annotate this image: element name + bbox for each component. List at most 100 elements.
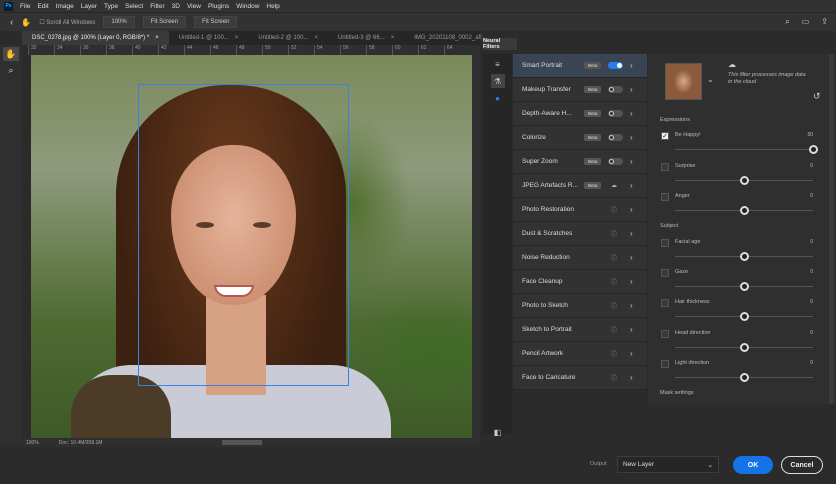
close-icon[interactable]: × xyxy=(314,35,318,41)
dot-icon[interactable]: ● xyxy=(491,91,505,105)
filter-item[interactable]: ColorizeBeta› xyxy=(513,126,647,150)
chevron-right-icon[interactable]: › xyxy=(630,157,633,166)
filter-item[interactable]: Photo Restorationⓘ› xyxy=(513,198,647,222)
checkbox[interactable]: ✓ xyxy=(661,132,669,140)
menu-window[interactable]: Window xyxy=(236,3,259,10)
chevron-right-icon[interactable]: › xyxy=(630,85,633,94)
ok-button[interactable]: OK xyxy=(733,456,773,474)
menu-help[interactable]: Help xyxy=(266,3,279,10)
checkbox[interactable] xyxy=(661,360,669,368)
filter-toggle[interactable] xyxy=(608,86,623,93)
zoom-tool-icon[interactable]: ⌕ xyxy=(3,63,19,77)
flask-icon[interactable]: ⚗ xyxy=(491,74,505,88)
filter-item[interactable]: Face to Caricatureⓘ› xyxy=(513,366,647,390)
menu-layer[interactable]: Layer xyxy=(81,3,97,10)
fit-screen-button[interactable]: Fit Screen xyxy=(143,16,186,28)
filter-item[interactable]: Makeup TransferBeta› xyxy=(513,78,647,102)
info-icon[interactable]: ⓘ xyxy=(611,349,617,358)
close-icon[interactable]: × xyxy=(155,35,159,41)
filter-toggle[interactable] xyxy=(608,158,623,165)
info-icon[interactable]: ⓘ xyxy=(611,325,617,334)
cancel-button[interactable]: Cancel xyxy=(781,456,823,474)
chevron-right-icon[interactable]: › xyxy=(630,229,633,238)
close-icon[interactable]: × xyxy=(391,35,395,41)
chevron-right-icon[interactable]: › xyxy=(630,373,633,382)
chevron-right-icon[interactable]: › xyxy=(630,61,633,70)
settings-scrollbar[interactable] xyxy=(829,54,834,404)
menu-3d[interactable]: 3D xyxy=(172,3,180,10)
zoom-100-button[interactable]: 100% xyxy=(103,16,134,28)
menu-image[interactable]: Image xyxy=(56,3,74,10)
fill-screen-button[interactable]: Fit Screen xyxy=(194,16,237,28)
info-icon[interactable]: ⓘ xyxy=(611,373,617,382)
menu-edit[interactable]: Edit xyxy=(37,3,48,10)
neural-filters-tab[interactable]: Neural Filters xyxy=(483,38,517,50)
info-icon[interactable]: ⓘ xyxy=(611,277,617,286)
preview-toggle-icon[interactable]: ◧ xyxy=(491,425,505,439)
slider-thumb[interactable] xyxy=(740,343,749,352)
hand-tool-icon[interactable]: ✋ xyxy=(3,47,19,61)
menu-view[interactable]: View xyxy=(187,3,201,10)
horizontal-scrollbar[interactable] xyxy=(222,440,262,445)
close-icon[interactable]: × xyxy=(235,35,239,41)
chevron-right-icon[interactable]: › xyxy=(630,325,633,334)
workspace-icon[interactable]: ▭ xyxy=(802,17,810,27)
slider-thumb[interactable] xyxy=(740,282,749,291)
slider-thumb[interactable] xyxy=(740,206,749,215)
info-icon[interactable]: ⓘ xyxy=(611,253,617,262)
info-icon[interactable]: ⓘ xyxy=(611,205,617,214)
info-icon[interactable]: ⓘ xyxy=(611,229,617,238)
chevron-right-icon[interactable]: › xyxy=(630,133,633,142)
output-select[interactable]: New Layer⌄ xyxy=(617,456,719,473)
slider-thumb[interactable] xyxy=(740,312,749,321)
filter-item[interactable]: Smart PortraitBeta› xyxy=(513,54,647,78)
slider-thumb[interactable] xyxy=(740,373,749,382)
menu-plugins[interactable]: Plugins xyxy=(208,3,229,10)
checkbox[interactable] xyxy=(661,239,669,247)
checkbox[interactable] xyxy=(661,269,669,277)
filters-list-icon[interactable]: ≡ xyxy=(491,57,505,71)
chevron-right-icon[interactable]: › xyxy=(630,301,633,310)
document-tab[interactable]: Untitled-3 @ 66...× xyxy=(328,31,404,45)
checkbox[interactable] xyxy=(661,193,669,201)
filter-toggle[interactable] xyxy=(608,110,623,117)
chevron-right-icon[interactable]: › xyxy=(630,277,633,286)
share-icon[interactable]: ⇪ xyxy=(821,17,828,27)
scroll-all-windows-checkbox[interactable]: ☐ Scroll All Windows xyxy=(39,19,95,26)
cloud-download-icon[interactable]: ☁ xyxy=(611,182,617,189)
document-tab[interactable]: DSC_0278.jpg @ 100% (Layer 0, RGB/8*) *× xyxy=(22,31,169,45)
menu-select[interactable]: Select xyxy=(125,3,143,10)
filter-item[interactable]: Dust & Scratchesⓘ› xyxy=(513,222,647,246)
filter-item[interactable]: Noise Reductionⓘ› xyxy=(513,246,647,270)
search-icon[interactable]: ⌕ xyxy=(785,17,789,27)
section-mask-settings[interactable]: Mask settings xyxy=(660,390,694,396)
filter-toggle[interactable] xyxy=(608,134,623,141)
checkbox[interactable] xyxy=(661,299,669,307)
chevron-right-icon[interactable]: › xyxy=(630,349,633,358)
canvas-scrollbar[interactable] xyxy=(472,55,480,438)
face-thumbnail[interactable] xyxy=(665,63,702,100)
chevron-down-icon[interactable]: ⌄ xyxy=(707,75,714,84)
filter-item[interactable]: Photo to Sketchⓘ› xyxy=(513,294,647,318)
filter-item[interactable]: JPEG Artefacts R...Beta☁› xyxy=(513,174,647,198)
checkbox[interactable] xyxy=(661,330,669,338)
info-icon[interactable]: ⓘ xyxy=(611,301,617,310)
filter-item[interactable]: Pencil Artworkⓘ› xyxy=(513,342,647,366)
reset-icon[interactable]: ↺ xyxy=(813,91,821,102)
chevron-right-icon[interactable]: › xyxy=(630,253,633,262)
slider-thumb[interactable] xyxy=(740,176,749,185)
filter-toggle[interactable] xyxy=(608,62,623,69)
chevron-right-icon[interactable]: › xyxy=(630,181,633,190)
menu-type[interactable]: Type xyxy=(104,3,118,10)
document-tab[interactable]: IMG_20201108_0002_afi xyxy=(404,31,491,45)
back-icon[interactable]: ‹ xyxy=(10,17,13,28)
document-tab[interactable]: Untitled-1 @ 100...× xyxy=(169,31,249,45)
filter-item[interactable]: Sketch to Portraitⓘ› xyxy=(513,318,647,342)
filter-item[interactable]: Depth-Aware H...Beta› xyxy=(513,102,647,126)
chevron-right-icon[interactable]: › xyxy=(630,205,633,214)
slider-track[interactable] xyxy=(675,149,813,150)
filter-item[interactable]: Face Cleanupⓘ› xyxy=(513,270,647,294)
checkbox[interactable] xyxy=(661,163,669,171)
hand-icon[interactable]: ✋ xyxy=(21,18,31,27)
document-tab[interactable]: Untitled-2 @ 100...× xyxy=(248,31,328,45)
